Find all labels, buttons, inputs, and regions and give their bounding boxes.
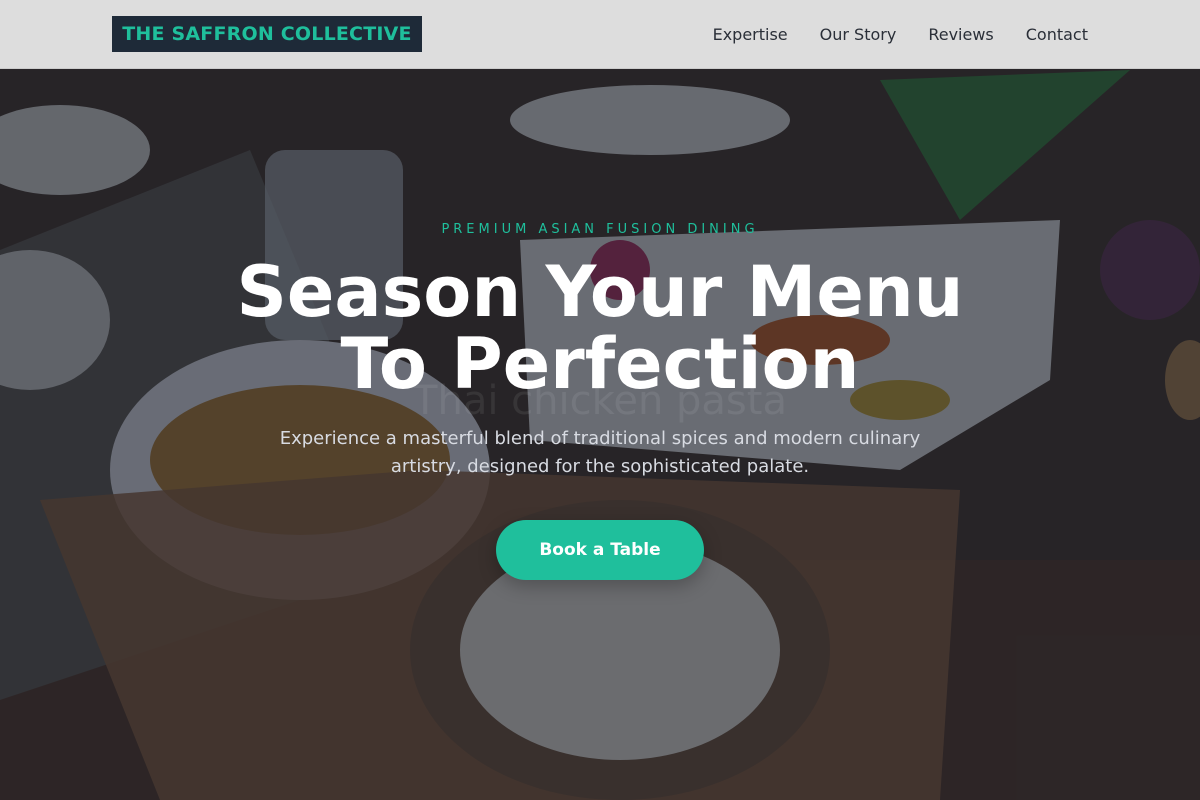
hero-subhead: Experience a masterful blend of traditio… (279, 428, 921, 477)
book-table-button[interactable]: Book a Table (496, 520, 704, 580)
hero-eyebrow: PREMIUM ASIAN FUSION DINING (441, 222, 759, 237)
hero-section: PREMIUM ASIAN FUSION DINING Season Your … (0, 0, 1200, 800)
hero-headline-line1: Season Your Menu (236, 251, 964, 333)
hero-ghost-text: Thai chicken pasta (413, 378, 787, 424)
